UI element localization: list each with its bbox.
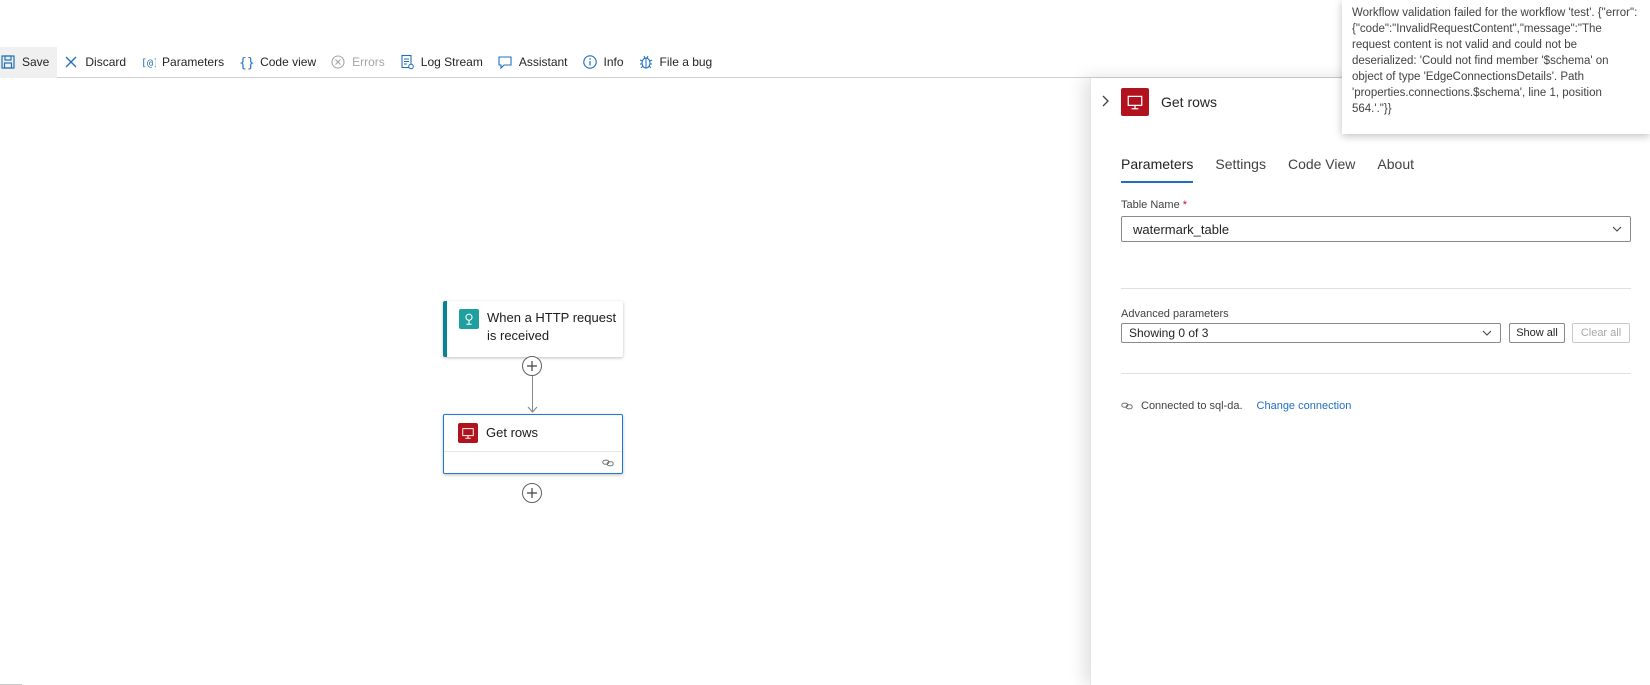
- code-view-button[interactable]: {} Code view: [232, 47, 324, 78]
- save-icon: [0, 54, 16, 70]
- svg-text:[@]: [@]: [141, 58, 156, 69]
- tab-settings[interactable]: Settings: [1215, 156, 1266, 183]
- http-trigger-card[interactable]: When a HTTP request is received: [443, 301, 623, 357]
- svg-text:{}: {}: [239, 56, 254, 70]
- sql-icon: [458, 423, 478, 443]
- info-label: Info: [603, 55, 624, 69]
- table-name-label-text: Table Name: [1121, 199, 1180, 211]
- chevron-right-icon[interactable]: [1099, 94, 1111, 108]
- show-all-button[interactable]: Show all: [1509, 323, 1565, 343]
- workflow-canvas[interactable]: When a HTTP request is received Get rows: [0, 78, 1090, 685]
- card-footer: [444, 451, 622, 474]
- log-stream-icon: [399, 54, 415, 70]
- panel-tabs: Parameters Settings Code View About: [1121, 156, 1436, 183]
- tab-parameters[interactable]: Parameters: [1121, 156, 1194, 183]
- file-bug-button[interactable]: File a bug: [632, 47, 721, 78]
- get-rows-card[interactable]: Get rows: [443, 414, 623, 474]
- insert-step-button[interactable]: [522, 356, 542, 376]
- discard-button[interactable]: Discard: [57, 47, 134, 78]
- connector-arrow-icon: [527, 406, 538, 413]
- panel-title[interactable]: Get rows: [1161, 94, 1217, 110]
- code-view-icon: {}: [238, 54, 254, 70]
- add-step-button[interactable]: [522, 483, 542, 503]
- save-label: Save: [22, 55, 50, 69]
- errors-label: Errors: [352, 55, 385, 69]
- link-icon: [602, 459, 614, 467]
- link-icon: [1121, 402, 1133, 410]
- info-icon: [582, 54, 598, 70]
- advanced-parameters-label: Advanced parameters: [1121, 308, 1229, 320]
- parameters-icon: [@]: [140, 54, 156, 70]
- chevron-down-icon: [1482, 330, 1492, 336]
- chevron-down-icon: [1612, 226, 1622, 232]
- change-connection-link[interactable]: Change connection: [1257, 400, 1352, 412]
- assistant-button[interactable]: Assistant: [491, 47, 576, 78]
- discard-icon: [63, 54, 79, 70]
- sql-icon: [1121, 88, 1149, 116]
- tab-about[interactable]: About: [1377, 156, 1414, 183]
- plus-icon: [527, 361, 537, 371]
- required-marker: *: [1182, 199, 1188, 211]
- log-stream-label: Log Stream: [420, 55, 483, 69]
- table-name-value: watermark_table: [1133, 221, 1230, 237]
- validation-error-tooltip: Workflow validation failed for the workf…: [1342, 0, 1650, 134]
- get-rows-title: Get rows: [486, 425, 539, 440]
- divider: [1121, 373, 1631, 374]
- log-stream-button[interactable]: Log Stream: [393, 47, 491, 78]
- http-trigger-icon: [459, 309, 479, 329]
- assistant-label: Assistant: [518, 55, 568, 69]
- file-bug-label: File a bug: [659, 55, 713, 69]
- connection-row: Connected to sql-da. Change connection: [1121, 400, 1351, 412]
- validation-error-message: Workflow validation failed for the workf…: [1352, 7, 1638, 115]
- assistant-icon: [497, 54, 513, 70]
- plus-icon: [527, 488, 537, 498]
- save-button[interactable]: Save: [0, 46, 58, 78]
- clear-all-button[interactable]: Clear all: [1572, 323, 1630, 343]
- parameters-label: Parameters: [162, 55, 225, 69]
- errors-button[interactable]: Errors: [324, 47, 393, 78]
- action-details-panel: Get rows Parameters Settings Code View A…: [1090, 78, 1650, 685]
- discard-label: Discard: [85, 55, 127, 69]
- errors-icon: [330, 54, 346, 70]
- table-name-label: Table Name *: [1121, 199, 1187, 211]
- advanced-parameters-dropdown[interactable]: Showing 0 of 3: [1121, 323, 1501, 343]
- tab-code-view[interactable]: Code View: [1288, 156, 1355, 183]
- table-name-dropdown[interactable]: watermark_table: [1121, 216, 1631, 242]
- http-trigger-title: When a HTTP request is received: [487, 310, 617, 343]
- info-button[interactable]: Info: [576, 47, 632, 78]
- divider: [1121, 288, 1631, 289]
- connected-text: Connected to sql-da.: [1141, 400, 1243, 412]
- advanced-parameters-value: Showing 0 of 3: [1129, 326, 1209, 340]
- code-view-label: Code view: [260, 55, 317, 69]
- parameters-button[interactable]: [@] Parameters: [134, 47, 232, 78]
- bug-icon: [638, 54, 654, 70]
